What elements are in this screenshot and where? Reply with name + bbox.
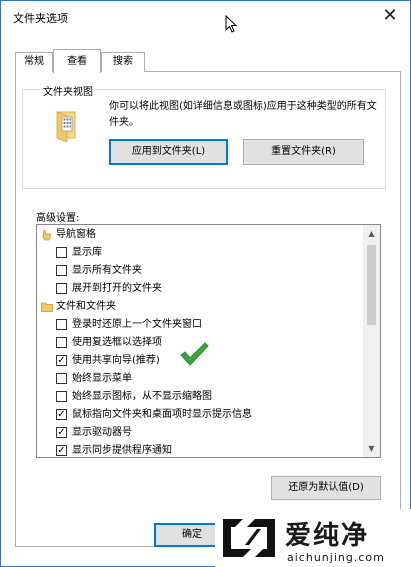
checkbox[interactable] (56, 373, 67, 384)
folder-options-dialog: 文件夹选项 ✕ 常规 查看 搜索 文件夹视图 你可以将此视图(如详细信息或图标)… (0, 0, 411, 567)
folder-icon (41, 302, 53, 312)
checkbox[interactable] (56, 319, 67, 330)
advanced-settings-label: 高级设置: (36, 213, 80, 224)
list-item[interactable]: ✓ 鼠标指向文件夹和桌面项时显示提示信息 (37, 406, 364, 424)
list-item[interactable]: 显示库 (37, 244, 364, 262)
checkbox[interactable] (56, 247, 67, 258)
watermark: 爱纯净 aichunjing.com (215, 509, 411, 567)
scrollbar-thumb[interactable] (367, 245, 376, 325)
list-item[interactable]: 登录时还原上一个文件夹窗口 (37, 316, 364, 334)
list-item[interactable]: 显示所有文件夹 (37, 262, 364, 280)
green-checkmark-icon (180, 342, 209, 366)
tab-view[interactable]: 查看 (53, 49, 101, 73)
list-item-label: 始终显示菜单 (72, 373, 132, 384)
checkbox[interactable]: ✓ (56, 445, 67, 456)
list-item-label: 显示同步提供程序通知 (72, 445, 172, 456)
watermark-name: 爱纯净 (285, 521, 370, 551)
checkbox[interactable] (56, 283, 67, 294)
mouse-cursor-icon (225, 15, 237, 33)
checkbox[interactable] (56, 337, 67, 348)
list-item[interactable]: 始终显示图标，从不显示缩略图 (37, 388, 364, 406)
scroll-down-arrow-icon[interactable]: ▼ (363, 440, 380, 457)
list-item-label: 登录时还原上一个文件夹窗口 (72, 319, 202, 330)
apply-to-folders-button[interactable]: 应用到文件夹(L) (109, 139, 228, 165)
watermark-url: aichunjing.com (287, 551, 385, 564)
list-item-label: 显示驱动器号 (72, 427, 132, 438)
navigation-pane-icon (42, 229, 52, 241)
scrollbar[interactable]: ▲ ▼ (363, 225, 380, 457)
folder-view-icon (56, 111, 76, 142)
list-item[interactable]: 始终显示菜单 (37, 370, 364, 388)
list-group-label: 文件和文件夹 (56, 301, 116, 312)
tab-general[interactable]: 常规 (15, 52, 53, 72)
list-group-label: 导航窗格 (56, 229, 96, 240)
checkbox[interactable]: ✓ (56, 409, 67, 420)
close-icon[interactable]: ✕ (378, 5, 402, 27)
title-bar[interactable]: 文件夹选项 ✕ (1, 1, 410, 31)
list-item-label: 显示所有文件夹 (72, 265, 142, 276)
list-item-label: 使用共享向导(推荐) (72, 355, 160, 366)
list-item[interactable]: ✓ 显示驱动器号 (37, 424, 364, 442)
list-item-label: 显示库 (72, 247, 102, 258)
list-item-label: 使用复选框以选择项 (72, 337, 162, 348)
list-item-label: 展开到打开的文件夹 (72, 283, 162, 294)
checkbox[interactable] (56, 391, 67, 402)
window-title: 文件夹选项 (13, 12, 68, 25)
watermark-logo-icon (223, 519, 275, 557)
checkbox[interactable] (56, 265, 67, 276)
checkbox[interactable]: ✓ (56, 427, 67, 438)
list-item[interactable]: 展开到打开的文件夹 (37, 280, 364, 298)
folder-view-description: 你可以将此视图(如详细信息或图标)应用于这种类型的所有文件夹。 (109, 101, 377, 128)
checkbox[interactable]: ✓ (56, 355, 67, 366)
list-item-label: 鼠标指向文件夹和桌面项时显示提示信息 (72, 409, 252, 420)
list-item[interactable]: ✓ 显示同步提供程序通知 (37, 442, 364, 457)
scroll-up-arrow-icon[interactable]: ▲ (363, 225, 380, 242)
list-item-label: 始终显示图标，从不显示缩略图 (72, 391, 212, 402)
restore-defaults-button[interactable]: 还原为默认值(D) (271, 476, 381, 500)
folder-view-legend: 文件夹视图 (39, 83, 97, 98)
reset-folders-button[interactable]: 重置文件夹(R) (243, 139, 364, 165)
tab-search[interactable]: 搜索 (101, 52, 145, 72)
